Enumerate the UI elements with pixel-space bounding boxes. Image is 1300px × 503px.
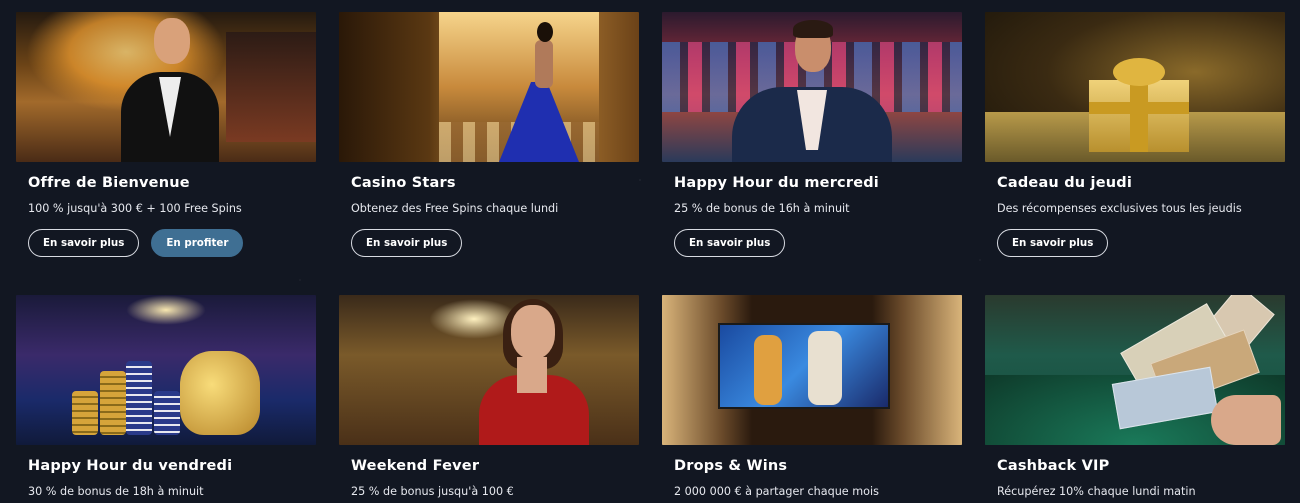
promotions-grid: Offre de Bienvenue 100 % jusqu'à 300 € +… bbox=[16, 12, 1285, 503]
promo-image[interactable] bbox=[339, 12, 639, 162]
promo-title: Offre de Bienvenue bbox=[28, 175, 190, 191]
learn-more-button[interactable]: En savoir plus bbox=[351, 229, 463, 257]
promo-title: Cadeau du jeudi bbox=[997, 175, 1133, 191]
promo-subtitle: 30 % de bonus de 18h à minuit bbox=[28, 485, 204, 498]
promo-image[interactable] bbox=[339, 295, 639, 445]
promo-title: Happy Hour du mercredi bbox=[674, 175, 879, 191]
promo-title: Weekend Fever bbox=[351, 458, 480, 474]
learn-more-button[interactable]: En savoir plus bbox=[28, 229, 140, 257]
promo-image[interactable] bbox=[662, 295, 962, 445]
learn-more-button[interactable]: En savoir plus bbox=[997, 229, 1109, 257]
promo-subtitle: 2 000 000 € à partager chaque mois bbox=[674, 485, 879, 498]
promo-image[interactable] bbox=[985, 295, 1285, 445]
promo-card-cadeau-jeudi: Cadeau du jeudi Des récompenses exclusiv… bbox=[985, 12, 1285, 295]
promo-card-casino-stars: Casino Stars Obtenez des Free Spins chaq… bbox=[339, 12, 639, 295]
promo-card-happy-hour-mercredi: Happy Hour du mercredi 25 % de bonus de … bbox=[662, 12, 962, 295]
promo-card-drops-wins: Drops & Wins 2 000 000 € à partager chaq… bbox=[662, 295, 962, 503]
promo-image[interactable] bbox=[16, 12, 316, 162]
promo-title: Drops & Wins bbox=[674, 458, 788, 474]
promo-card-weekend-fever: Weekend Fever 25 % de bonus jusqu'à 100 … bbox=[339, 295, 639, 503]
promo-title: Casino Stars bbox=[351, 175, 456, 191]
promo-card-cashback-vip: Cashback VIP Récupérez 10% chaque lundi … bbox=[985, 295, 1285, 503]
promo-subtitle: 25 % de bonus de 16h à minuit bbox=[674, 202, 850, 215]
claim-button[interactable]: En profiter bbox=[151, 229, 244, 257]
promo-title: Happy Hour du vendredi bbox=[28, 458, 233, 474]
promo-card-offre-de-bienvenue: Offre de Bienvenue 100 % jusqu'à 300 € +… bbox=[16, 12, 316, 295]
promo-image[interactable] bbox=[662, 12, 962, 162]
promo-image[interactable] bbox=[16, 295, 316, 445]
promo-card-happy-hour-vendredi: Happy Hour du vendredi 30 % de bonus de … bbox=[16, 295, 316, 503]
promo-title: Cashback VIP bbox=[997, 458, 1110, 474]
learn-more-button[interactable]: En savoir plus bbox=[674, 229, 786, 257]
promo-subtitle: 100 % jusqu'à 300 € + 100 Free Spins bbox=[28, 202, 242, 215]
promo-subtitle: Obtenez des Free Spins chaque lundi bbox=[351, 202, 559, 215]
promo-subtitle: Des récompenses exclusives tous les jeud… bbox=[997, 202, 1242, 215]
promo-subtitle: Récupérez 10% chaque lundi matin bbox=[997, 485, 1196, 498]
promo-image[interactable] bbox=[985, 12, 1285, 162]
promo-subtitle: 25 % de bonus jusqu'à 100 € bbox=[351, 485, 514, 498]
